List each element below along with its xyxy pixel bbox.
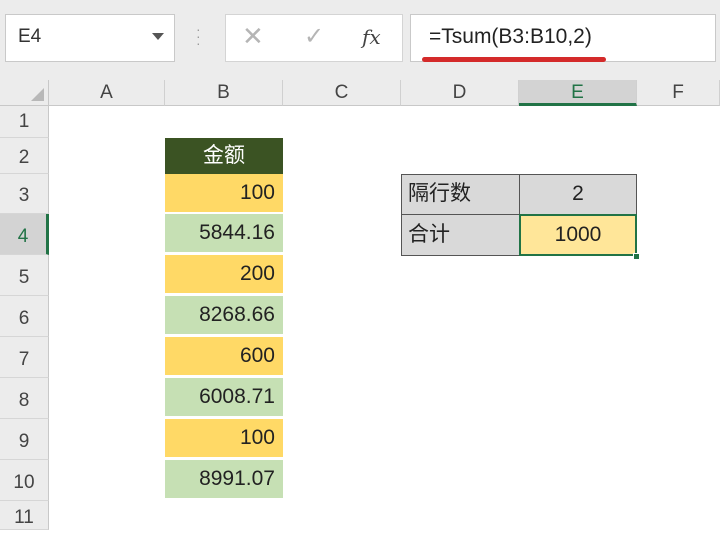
row-header-11[interactable]: 11 (0, 501, 49, 530)
row-header-4[interactable]: 4 (0, 214, 49, 255)
cell-b3[interactable]: 100 (165, 174, 283, 212)
insert-function-icon[interactable]: fx (362, 25, 381, 49)
cell-b4[interactable]: 5844.16 (165, 214, 283, 252)
row-header-1[interactable]: 1 (0, 106, 49, 138)
name-box-value: E4 (18, 26, 42, 47)
drag-handle-icon[interactable]: · · · (196, 22, 201, 50)
cell-d4[interactable]: 合计 (401, 214, 520, 256)
fill-handle[interactable] (633, 253, 640, 260)
chevron-down-icon[interactable] (152, 33, 164, 40)
row-header-5[interactable]: 5 (0, 255, 49, 296)
amount-header-cell[interactable]: 金额 (165, 138, 283, 174)
row-header-6[interactable]: 6 (0, 296, 49, 337)
column-header-f[interactable]: F (637, 80, 720, 106)
row-header-7[interactable]: 7 (0, 337, 49, 378)
cell-e4-active[interactable]: 1000 (519, 214, 637, 256)
cell-e3[interactable]: 2 (519, 174, 637, 215)
cell-b8[interactable]: 6008.71 (165, 378, 283, 416)
enter-icon[interactable]: ✓ (304, 22, 324, 51)
formula-underline-annotation (422, 57, 606, 62)
row-header-8[interactable]: 8 (0, 378, 49, 419)
column-header-b[interactable]: B (165, 80, 283, 106)
cell-b7[interactable]: 600 (165, 337, 283, 375)
cancel-icon[interactable]: ✕ (242, 21, 264, 52)
row-header-10[interactable]: 10 (0, 460, 49, 501)
column-header-c[interactable]: C (283, 80, 401, 106)
cell-b5[interactable]: 200 (165, 255, 283, 293)
name-box[interactable]: E4 (5, 14, 175, 62)
formula-text: =Tsum(B3:B10,2) (429, 25, 592, 48)
cell-b10[interactable]: 8991.07 (165, 460, 283, 498)
formula-buttons: ✕ ✓ fx (225, 14, 403, 62)
select-all-triangle-icon (31, 88, 44, 101)
column-header-d[interactable]: D (401, 80, 519, 106)
row-header-9[interactable]: 9 (0, 419, 49, 460)
row-header-3[interactable]: 3 (0, 174, 49, 214)
column-header-a[interactable]: A (49, 80, 165, 106)
formula-input[interactable]: =Tsum(B3:B10,2) (410, 14, 716, 62)
cell-b9[interactable]: 100 (165, 419, 283, 457)
cell-b6[interactable]: 8268.66 (165, 296, 283, 334)
cell-d3[interactable]: 隔行数 (401, 174, 520, 215)
column-header-e[interactable]: E (519, 80, 637, 106)
row-header-2[interactable]: 2 (0, 138, 49, 174)
select-all-corner[interactable] (0, 80, 49, 106)
